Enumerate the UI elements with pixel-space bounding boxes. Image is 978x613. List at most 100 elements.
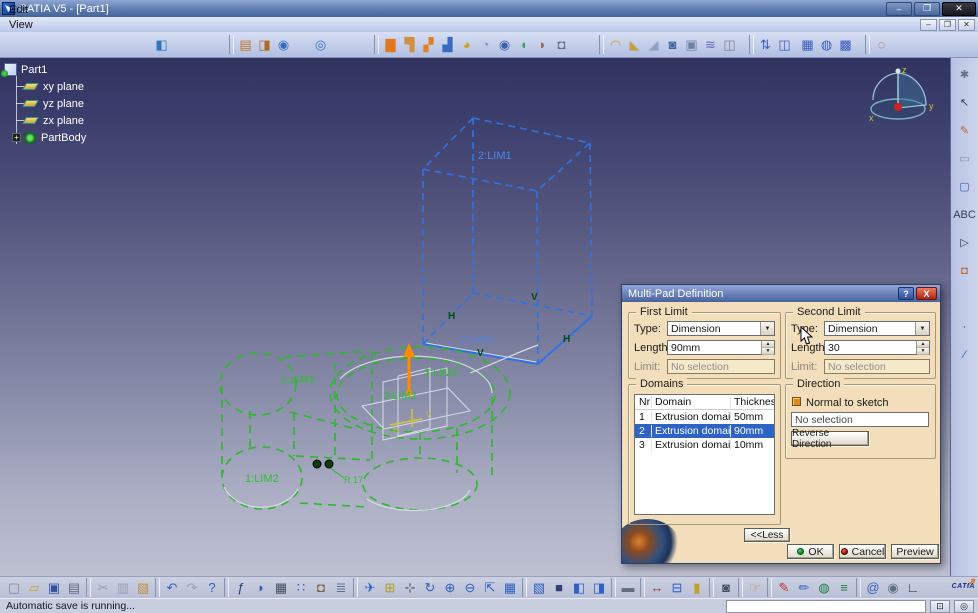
print-icon[interactable]: ▤ — [64, 578, 84, 597]
draft-icon[interactable]: ◢ — [644, 35, 663, 54]
zoom-in-icon[interactable]: ⊕ — [440, 578, 460, 597]
render-style-icon[interactable]: ◧ — [569, 578, 589, 597]
structure-icon[interactable]: ∷ — [291, 578, 311, 597]
calculator-icon[interactable]: ▦ — [271, 578, 291, 597]
mouse-icon[interactable]: ◉ — [883, 578, 903, 597]
pocket-icon[interactable]: ▟ — [438, 35, 457, 54]
second-limit-length-input[interactable]: 30 ▲▼ — [824, 340, 930, 355]
point-icon[interactable]: · — [955, 318, 974, 337]
line-icon[interactable]: ∕ — [955, 346, 974, 365]
camera-icon[interactable]: ◙ — [716, 578, 736, 597]
layers-icon[interactable]: ≡ — [834, 578, 854, 597]
mdi-minimize-button[interactable]: – — [920, 19, 937, 31]
status-search-icon[interactable]: ◎ — [954, 600, 974, 613]
flag-note-icon[interactable]: ▷ — [955, 234, 974, 253]
domain-row[interactable]: 3 Extrusion domai... 10mm — [635, 438, 774, 452]
painter-icon[interactable]: ✏ — [794, 578, 814, 597]
thread-icon[interactable]: ≋ — [701, 35, 720, 54]
fly-icon[interactable]: ✈ — [360, 578, 380, 597]
pad-icon[interactable]: ▇ — [381, 35, 400, 54]
domain-row[interactable]: 1 Extrusion domai... 50mm — [635, 410, 774, 424]
instantiate-icon[interactable]: ◉ — [274, 35, 293, 54]
second-limit-type-select[interactable]: Dimension ▼ — [824, 321, 930, 336]
domain-row[interactable]: 2 Extrusion domai... 90mm — [635, 424, 774, 438]
multi-pad-icon[interactable]: ▞ — [419, 35, 438, 54]
menu-item[interactable]: Edit — [0, 2, 102, 17]
pan-icon[interactable]: ⊹ — [400, 578, 420, 597]
stiffener-icon[interactable]: ◘ — [552, 35, 571, 54]
undo-icon[interactable]: ↶ — [162, 578, 182, 597]
normal-to-sketch-checkbox[interactable] — [792, 397, 801, 406]
pad-view-icon[interactable]: ▢ — [955, 178, 974, 197]
menu-item[interactable]: View — [0, 17, 102, 32]
iso-view-icon[interactable]: ▧ — [529, 578, 549, 597]
mdi-restore-button[interactable]: ❐ — [939, 19, 956, 31]
sketcher-icon[interactable]: ◧ — [152, 35, 171, 54]
first-limit-length-input[interactable]: 90mm ▲▼ — [667, 340, 775, 355]
new-icon[interactable]: ▢ — [4, 578, 24, 597]
normal-view-icon[interactable]: ⇱ — [480, 578, 500, 597]
axis-icon[interactable]: ∟ — [903, 578, 923, 597]
close-button[interactable]: ✕ — [942, 2, 976, 16]
dialog-title-bar[interactable]: Multi-Pad Definition — [622, 285, 940, 302]
shell-icon[interactable]: ◙ — [663, 35, 682, 54]
pen-icon[interactable]: ✎ — [774, 578, 794, 597]
open-icon[interactable]: ▱ — [24, 578, 44, 597]
tree-item-partbody[interactable]: + PartBody — [12, 129, 86, 146]
tree-item-zx-plane[interactable]: zx plane — [22, 112, 86, 129]
shaded-view-icon[interactable]: ■ — [549, 578, 569, 597]
spinner-buttons[interactable]: ▲▼ — [916, 341, 929, 354]
sketch-icon[interactable]: ✎ — [955, 122, 974, 141]
spinner-buttons[interactable]: ▲▼ — [761, 341, 774, 354]
render-style2-icon[interactable]: ◨ — [589, 578, 609, 597]
mirror-icon[interactable]: ◫ — [775, 35, 794, 54]
formula-icon[interactable]: ƒ — [231, 578, 251, 597]
rotate-icon[interactable]: ↻ — [420, 578, 440, 597]
user-pattern-icon[interactable]: ▩ — [836, 35, 855, 54]
measure-icon[interactable]: ✱ — [955, 66, 974, 85]
preview-button[interactable]: Preview — [891, 544, 939, 559]
tree-item-xy-plane[interactable]: xy plane — [22, 78, 86, 95]
rules-icon[interactable]: ≣ — [331, 578, 351, 597]
paste-icon[interactable]: ▧ — [133, 578, 153, 597]
save-icon[interactable]: ▣ — [44, 578, 64, 597]
thickness-icon[interactable]: ▣ — [682, 35, 701, 54]
comment-icon[interactable]: ◗ — [251, 578, 271, 597]
command-input[interactable] — [726, 600, 926, 613]
remove-face-icon[interactable]: ◫ — [720, 35, 739, 54]
expand-icon[interactable]: + — [12, 133, 21, 142]
lock-icon[interactable]: ◘ — [311, 578, 331, 597]
globe-pen-icon[interactable]: ◍ — [814, 578, 834, 597]
first-limit-limit-field[interactable]: No selection — [667, 359, 775, 374]
rect-pattern-icon[interactable]: ▦ — [798, 35, 817, 54]
groove-icon[interactable]: ◔ — [476, 35, 495, 54]
reverse-direction-button[interactable]: Reverse Direction — [791, 431, 869, 446]
mdi-close-button[interactable]: ✕ — [958, 19, 975, 31]
rib-icon[interactable]: ◖ — [514, 35, 533, 54]
direction-reference-field[interactable]: No selection — [791, 412, 929, 427]
multi-view-icon[interactable]: ▦ — [500, 578, 520, 597]
select-icon[interactable]: ↖ — [955, 94, 974, 113]
view-frame-icon[interactable]: ▭ — [955, 150, 974, 169]
dialog-help-button[interactable]: ? — [898, 287, 914, 300]
second-limit-limit-field[interactable]: No selection — [824, 359, 930, 374]
transformation-icon[interactable]: ⇅ — [756, 35, 775, 54]
help-icon[interactable]: ? — [202, 578, 222, 597]
catalog-icon[interactable]: ▤ — [236, 35, 255, 54]
chevron-down-icon[interactable]: ▼ — [760, 322, 774, 335]
cut-icon[interactable]: ✂ — [93, 578, 113, 597]
manipulator-icon[interactable]: ▮ — [687, 578, 707, 597]
tree-root-part1[interactable]: Part1 — [4, 61, 86, 78]
less-button[interactable]: <<Less — [744, 528, 790, 542]
fillet-icon[interactable]: ◠ — [606, 35, 625, 54]
hand-icon[interactable]: ☞ — [745, 578, 765, 597]
snap-icon[interactable]: ⊟ — [667, 578, 687, 597]
chevron-down-icon[interactable]: ▼ — [915, 322, 929, 335]
ruler-icon[interactable]: ↔ — [647, 578, 667, 597]
stamp-icon[interactable]: ◘ — [955, 262, 974, 281]
hole-icon[interactable]: ◉ — [495, 35, 514, 54]
tree-item-yz-plane[interactable]: yz plane — [22, 95, 86, 112]
open-catalog-icon[interactable]: ◨ — [255, 35, 274, 54]
first-limit-type-select[interactable]: Dimension ▼ — [667, 321, 775, 336]
ground-icon[interactable]: ▬ — [618, 578, 638, 597]
